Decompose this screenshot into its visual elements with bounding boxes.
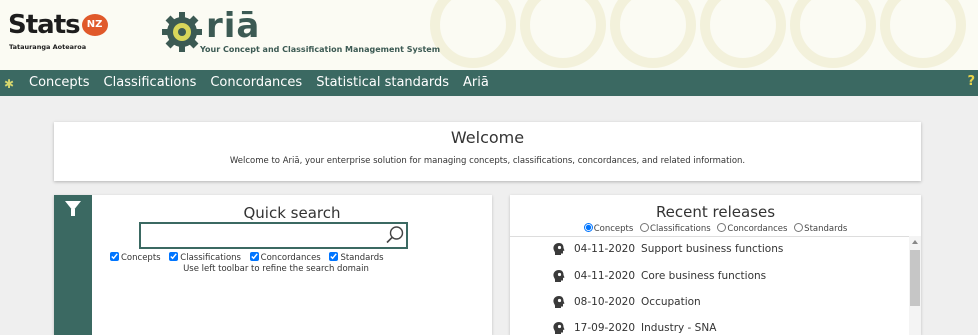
main-nav: ✱ Concepts Classifications Concordances … [0, 70, 978, 96]
welcome-panel: Welcome Welcome to Ariā, your enterprise… [54, 122, 921, 181]
aria-logo[interactable]: riā Your Concept and Classification Mana… [160, 6, 460, 60]
radio-standards-input[interactable] [794, 223, 804, 232]
search-icon[interactable] [385, 225, 405, 245]
nav-items: Concepts Classifications Concordances St… [29, 75, 489, 90]
radio-classifications[interactable]: Classifications [640, 223, 711, 234]
stats-logo-text: Stats [8, 10, 81, 40]
stats-subtitle: Tatauranga Aotearoa [9, 43, 87, 51]
checkbox-concordances-input[interactable] [249, 252, 259, 261]
release-date: 04-11-2020 [574, 243, 636, 255]
search-domain-checkboxes: Concepts Classifications Concordances St… [110, 252, 450, 263]
radio-concepts-input[interactable] [583, 223, 593, 232]
header-pattern [700, 0, 786, 68]
checkbox-concordances[interactable]: Concordances [249, 252, 321, 263]
nav-item-aria[interactable]: Ariā [463, 75, 489, 90]
header-pattern [790, 0, 876, 68]
release-name: Core business functions [641, 270, 767, 282]
release-list-scrollbar[interactable] [909, 236, 921, 335]
checkbox-label: Concepts [121, 253, 161, 263]
scroll-up-icon[interactable] [912, 240, 918, 244]
checkbox-label: Concordances [260, 253, 321, 263]
aria-gear-icon [162, 12, 202, 52]
radio-concordances-input[interactable] [717, 223, 727, 232]
search-hint: Use left toolbar to refine the search do… [183, 264, 369, 274]
aria-tagline: Your Concept and Classification Manageme… [200, 45, 441, 54]
release-name: Industry - SNA [641, 322, 717, 334]
checkbox-classifications[interactable]: Classifications [169, 252, 241, 263]
radio-label: Concordances [727, 224, 788, 234]
radio-label: Standards [804, 224, 848, 234]
list-item[interactable]: 17-09-2020 Industry - SNA [552, 320, 716, 335]
radio-concepts[interactable]: Concepts [583, 223, 634, 234]
header-pattern [880, 0, 966, 68]
checkbox-standards[interactable]: Standards [329, 252, 384, 263]
lightbulb-head-icon [553, 243, 565, 255]
stats-nz-logo[interactable]: Stats NZ [8, 10, 108, 40]
checkbox-concepts-input[interactable] [110, 252, 119, 261]
list-item[interactable]: 04-11-2020 Support business functions [552, 241, 783, 257]
release-name: Occupation [641, 296, 701, 308]
radio-concordances[interactable]: Concordances [717, 223, 788, 234]
list-item[interactable]: 08-10-2020 Occupation [552, 294, 701, 310]
release-date: 17-09-2020 [574, 322, 636, 334]
help-button[interactable]: ? [967, 74, 975, 89]
nav-item-classifications[interactable]: Classifications [104, 75, 197, 90]
scroll-thumb[interactable] [910, 250, 920, 306]
release-date: 04-11-2020 [574, 270, 636, 282]
nz-badge: NZ [81, 14, 108, 36]
checkbox-label: Standards [340, 253, 384, 263]
release-date: 08-10-2020 [574, 296, 636, 308]
recent-releases-title: Recent releases [655, 203, 776, 221]
quick-search-title: Quick search [243, 204, 341, 222]
header-pattern [610, 0, 696, 68]
radio-standards[interactable]: Standards [794, 223, 848, 234]
welcome-title: Welcome [450, 128, 525, 147]
release-list: 04-11-2020 Support business functions 04… [510, 236, 921, 335]
nav-item-concepts[interactable]: Concepts [29, 75, 90, 90]
welcome-text: Welcome to Ariā, your enterprise solutio… [229, 156, 746, 166]
radio-label: Concepts [593, 224, 634, 234]
search-input[interactable] [139, 222, 408, 249]
nav-item-statistical-standards[interactable]: Statistical standards [316, 75, 449, 90]
aria-logo-text: riā [206, 6, 261, 46]
checkbox-standards-input[interactable] [329, 252, 339, 261]
lightbulb-head-icon [553, 322, 565, 334]
checkbox-classifications-input[interactable] [169, 252, 179, 261]
release-name: Support business functions [641, 243, 784, 255]
radio-label: Classifications [650, 224, 711, 234]
header-pattern [520, 0, 606, 68]
checkbox-concepts[interactable]: Concepts [110, 252, 161, 263]
recent-releases-panel: Recent releases Concepts Classifications… [510, 195, 921, 335]
quick-search-panel: Quick search Concepts Classifications Co… [54, 195, 492, 335]
nav-bullet-icon: ✱ [4, 77, 15, 91]
lightbulb-head-icon [553, 270, 565, 282]
lightbulb-head-icon [553, 296, 565, 308]
list-item[interactable]: 04-11-2020 Core business functions [552, 268, 766, 284]
nav-item-concordances[interactable]: Concordances [210, 75, 302, 90]
release-type-radios: Concepts Classifications Concordances St… [510, 223, 921, 234]
radio-classifications-input[interactable] [640, 223, 650, 232]
site-header: Stats NZ Tatauranga Aotearoa riā Your Con… [0, 0, 978, 70]
checkbox-label: Classifications [180, 253, 241, 263]
